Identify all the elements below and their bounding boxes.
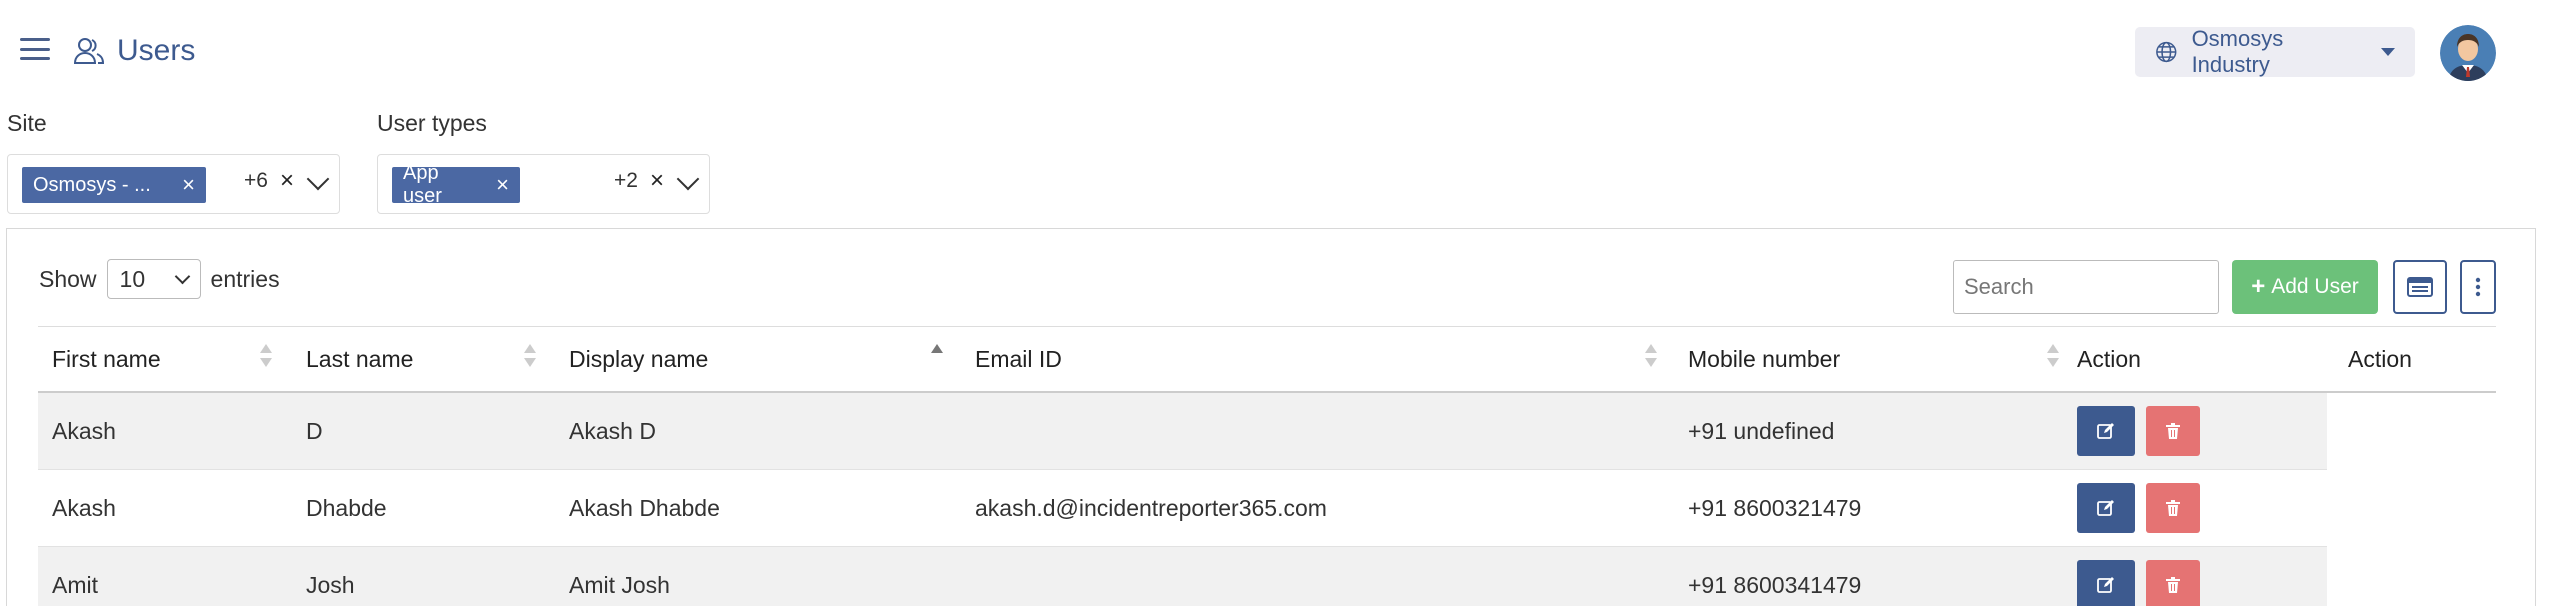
column-header-action-2: Action: [2348, 346, 2412, 372]
table-row: Akash Dhabde Akash Dhabde akash.d@incide…: [38, 470, 2327, 547]
site-multiselect[interactable]: Osmosys - ... × +6 ×: [7, 154, 340, 214]
show-label: Show: [39, 265, 97, 292]
delete-button[interactable]: [2146, 560, 2200, 606]
sort-icon[interactable]: [260, 344, 272, 374]
edit-icon: [2097, 500, 2114, 516]
users-table-panel: Show 10 entries + Add User First name L: [6, 228, 2536, 606]
globe-icon: [2156, 41, 2177, 63]
edit-button[interactable]: [2077, 483, 2135, 533]
sort-ascending-icon[interactable]: [931, 344, 943, 374]
cell-display-name: Amit Josh: [569, 571, 670, 598]
remove-chip-icon[interactable]: ×: [182, 174, 195, 196]
chevron-down-icon: [174, 268, 190, 285]
column-header-display-name[interactable]: Display name: [569, 327, 708, 392]
user-types-filter-label: User types: [377, 110, 487, 136]
sort-icon[interactable]: [524, 344, 536, 374]
chevron-down-icon[interactable]: [306, 167, 330, 191]
edit-button[interactable]: [2077, 406, 2135, 456]
more-options-button[interactable]: [2460, 260, 2496, 314]
organization-name: Osmosys Industry: [2191, 26, 2284, 77]
user-avatar[interactable]: [2440, 25, 2496, 81]
delete-button[interactable]: [2146, 483, 2200, 533]
column-visibility-button[interactable]: [2393, 260, 2447, 314]
cell-first-name: Amit: [52, 571, 98, 598]
clear-user-types-icon[interactable]: ×: [650, 167, 664, 195]
avatar-icon: [2440, 25, 2496, 81]
site-chip[interactable]: Osmosys - ... ×: [22, 167, 206, 203]
cell-mobile: +91 8600321479: [1688, 494, 1862, 521]
user-types-multiselect[interactable]: App user × +2 ×: [377, 154, 710, 214]
users-table: First name Last name Display name Email …: [38, 326, 2496, 606]
column-header-action: Action: [2077, 346, 2141, 372]
trash-icon: [2166, 500, 2180, 516]
caret-down-icon: [2381, 48, 2395, 56]
cell-last-name: Dhabde: [306, 494, 387, 521]
site-filter-label: Site: [7, 110, 47, 136]
add-user-button[interactable]: + Add User: [2232, 260, 2378, 314]
chevron-down-icon[interactable]: [676, 167, 700, 191]
cell-last-name: D: [306, 417, 323, 444]
user-type-chip[interactable]: App user ×: [392, 162, 520, 207]
hamburger-icon-bar: [20, 47, 50, 51]
clear-site-icon[interactable]: ×: [280, 167, 294, 195]
kebab-menu-icon: [2475, 277, 2481, 297]
site-chip-label: Osmosys - ...: [33, 173, 151, 196]
cell-display-name: Akash Dhabde: [569, 494, 720, 521]
hamburger-icon-bar: [20, 57, 50, 60]
delete-button[interactable]: [2146, 406, 2200, 456]
column-header-mobile-number[interactable]: Mobile number: [1688, 327, 1840, 392]
sort-icon[interactable]: [1645, 344, 1657, 374]
column-header-email-id[interactable]: Email ID: [975, 327, 1062, 392]
remove-chip-icon[interactable]: ×: [496, 174, 509, 196]
trash-icon: [2166, 577, 2180, 593]
plus-icon: +: [2251, 273, 2266, 300]
menu-toggle-button[interactable]: [20, 38, 50, 60]
hamburger-icon-bar: [20, 38, 50, 41]
column-header-first-name[interactable]: First name: [52, 327, 161, 392]
edit-icon: [2097, 423, 2114, 439]
sort-icon[interactable]: [2047, 344, 2059, 374]
add-user-label: Add User: [2271, 275, 2359, 298]
page-title: Users: [73, 34, 195, 68]
page-length-select[interactable]: 10: [106, 259, 201, 299]
page-length-value: 10: [119, 265, 146, 292]
columns-icon: [2407, 277, 2433, 297]
table-row: Amit Josh Amit Josh +91 8600341479: [38, 547, 2327, 606]
cell-display-name: Akash D: [569, 417, 656, 444]
entries-label: entries: [210, 265, 280, 292]
cell-mobile: +91 undefined: [1688, 417, 1835, 444]
search-input[interactable]: [1953, 260, 2219, 314]
page-title-text: Users: [117, 34, 196, 67]
cell-first-name: Akash: [52, 494, 116, 521]
user-types-more-count: +2: [614, 169, 638, 192]
user-type-chip-label: App user: [403, 162, 442, 207]
cell-last-name: Josh: [306, 571, 355, 598]
edit-icon: [2097, 577, 2114, 593]
cell-email: akash.d@incidentreporter365.com: [975, 494, 1327, 521]
organization-selector[interactable]: Osmosys Industry: [2135, 26, 2415, 77]
cell-mobile: +91 8600341479: [1688, 571, 1862, 598]
edit-button[interactable]: [2077, 560, 2135, 606]
page-length-control: Show 10 entries: [39, 259, 280, 299]
users-icon: [73, 38, 105, 64]
cell-first-name: Akash: [52, 417, 116, 444]
column-header-last-name[interactable]: Last name: [306, 327, 413, 392]
table-row: Akash D Akash D +91 undefined: [38, 393, 2327, 470]
site-more-count: +6: [244, 169, 268, 192]
trash-icon: [2166, 423, 2180, 439]
table-header: First name Last name Display name Email …: [38, 326, 2496, 393]
